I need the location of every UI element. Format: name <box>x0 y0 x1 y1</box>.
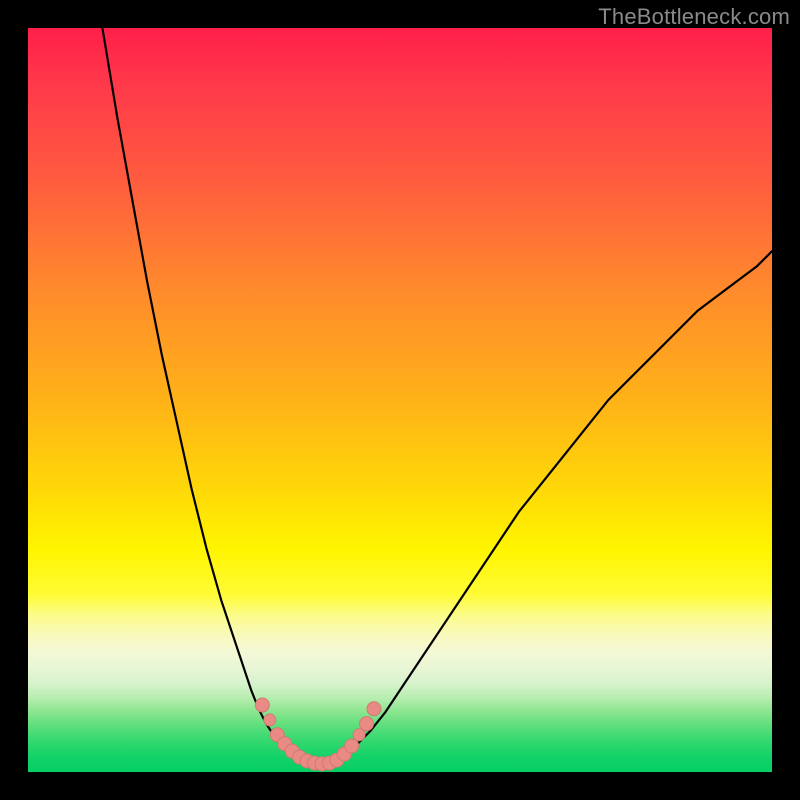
chart-svg <box>28 28 772 772</box>
markers-group <box>255 698 381 771</box>
data-marker <box>345 739 359 753</box>
outer-frame: TheBottleneck.com <box>0 0 800 800</box>
bottleneck-curve <box>102 28 772 766</box>
data-marker <box>353 729 365 741</box>
data-marker <box>360 717 374 731</box>
watermark-text: TheBottleneck.com <box>598 4 790 30</box>
curves-group <box>102 28 772 766</box>
data-marker <box>255 698 269 712</box>
data-marker <box>264 714 276 726</box>
data-marker <box>367 702 381 716</box>
plot-area <box>28 28 772 772</box>
